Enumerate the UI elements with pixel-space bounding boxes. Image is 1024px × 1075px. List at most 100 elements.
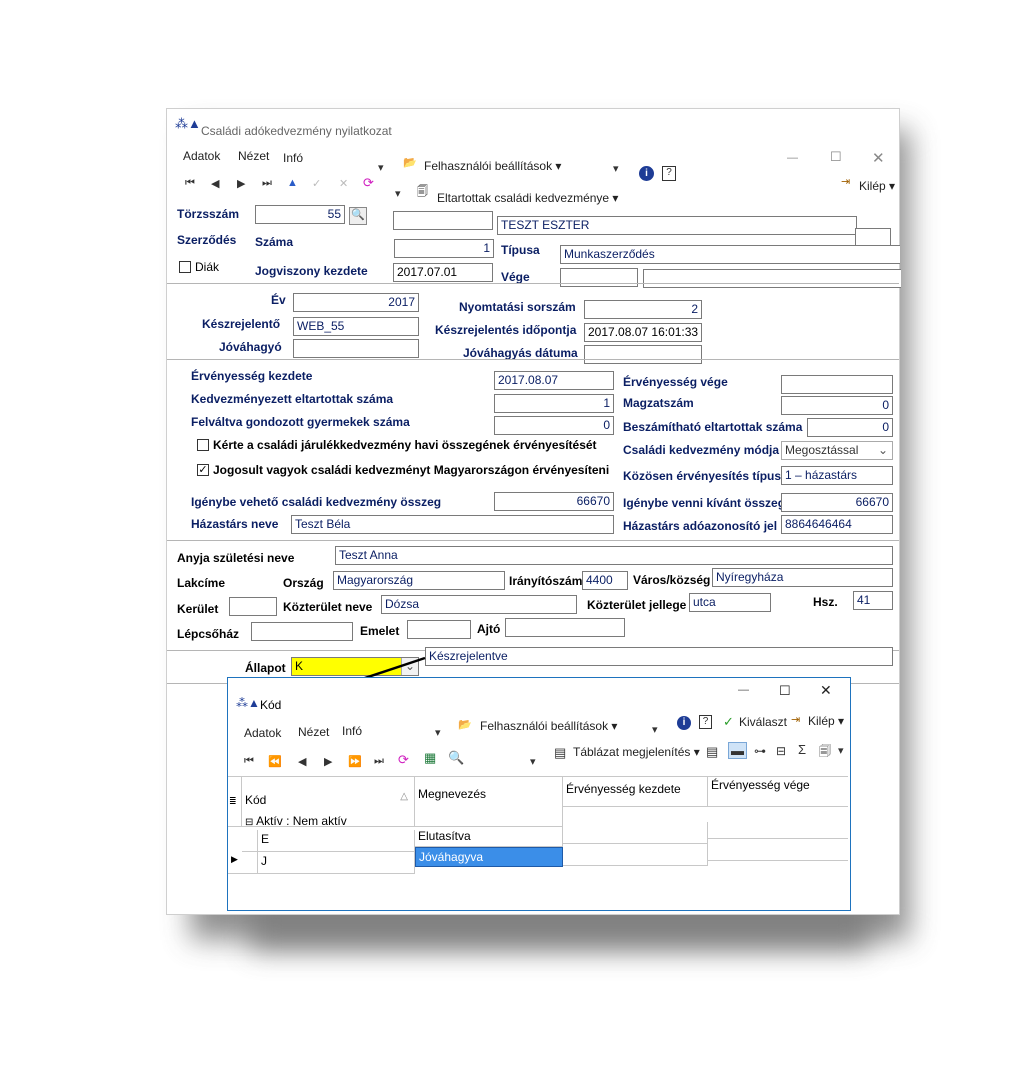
table-row-erv-kezdete-1[interactable] bbox=[563, 822, 708, 844]
popup-user-settings-button[interactable]: Felhasználói beállítások ▾ bbox=[480, 719, 617, 733]
magzatszam-field[interactable]: 0 bbox=[781, 396, 893, 415]
group-icon[interactable]: ⊟ bbox=[776, 744, 786, 758]
maximize-icon[interactable]: ☐ bbox=[830, 149, 842, 165]
szama-field[interactable]: 1 bbox=[394, 239, 494, 258]
popup-menu-info[interactable]: Infó bbox=[342, 724, 362, 738]
confirm-icon[interactable]: ✓ bbox=[312, 177, 321, 190]
lepcsohaz-field[interactable] bbox=[251, 622, 353, 641]
popup-first-icon[interactable]: ⏮ bbox=[244, 755, 254, 768]
anyja-field[interactable]: Teszt Anna bbox=[335, 546, 893, 565]
eltartottak-field[interactable]: 1 bbox=[494, 394, 614, 413]
varos-field[interactable]: Nyíregyháza bbox=[712, 568, 893, 587]
jogviszony-field[interactable]: 2017.07.01 bbox=[393, 263, 493, 282]
jovahagyo-field[interactable] bbox=[293, 339, 419, 358]
up-icon[interactable]: ▲ bbox=[287, 177, 298, 189]
hazastars-ado-field[interactable]: 8864646464 bbox=[781, 515, 893, 534]
name-field[interactable]: TESZT ESZTER bbox=[497, 216, 857, 235]
column-header-erv-kezdete[interactable]: Érvényesség kezdete bbox=[563, 777, 708, 807]
exit-button[interactable]: Kilép ▾ bbox=[859, 179, 895, 193]
popup-minimize-icon[interactable]: — bbox=[738, 684, 749, 696]
refresh-icon[interactable]: ⟳ bbox=[363, 175, 374, 191]
popup-maximize-icon[interactable]: ☐ bbox=[779, 683, 791, 699]
beszamithato-field[interactable]: 0 bbox=[807, 418, 893, 437]
kozosen-field[interactable]: 1 – házastárs bbox=[781, 466, 893, 485]
toolbar-overflow-icon-2[interactable]: ▾ bbox=[613, 162, 619, 175]
table-row-megnevezes-1[interactable]: Elutasítva bbox=[415, 827, 563, 847]
erv-vege-field[interactable] bbox=[781, 375, 893, 394]
layout-icon-2[interactable]: ▬ bbox=[728, 742, 747, 759]
tree-icon[interactable]: ⊶ bbox=[754, 744, 766, 758]
popup-menu-adatok[interactable]: Adatok bbox=[244, 726, 281, 740]
popup-last-icon[interactable]: ⏭ bbox=[374, 755, 384, 768]
column-header-erv-vege[interactable]: Érvényesség vége bbox=[708, 777, 848, 807]
popup-menu-nezet[interactable]: Nézet bbox=[298, 725, 329, 739]
lookup-icon[interactable]: 🔍 bbox=[349, 207, 367, 225]
keszrejelentes-idopont-field[interactable]: 2017.08.07 16:01:33 bbox=[584, 323, 702, 342]
select-button[interactable]: Kiválaszt bbox=[739, 715, 787, 729]
popup-overflow-icon-2[interactable]: ▾ bbox=[652, 723, 658, 736]
layout-icon-1[interactable]: ▤ bbox=[706, 744, 718, 760]
table-row-erv-vege-1[interactable] bbox=[708, 817, 848, 839]
popup-refresh-icon[interactable]: ⟳ bbox=[398, 752, 409, 768]
export-icon[interactable]: 🗐 bbox=[819, 742, 831, 763]
iranyito-field[interactable]: 4400 bbox=[582, 571, 628, 590]
ev-field[interactable]: 2017 bbox=[293, 293, 419, 312]
keszrejelento-field[interactable]: WEB_55 bbox=[293, 317, 419, 336]
popup-info-icon[interactable]: i bbox=[677, 716, 691, 730]
igenybe-venni-field[interactable]: 66670 bbox=[781, 493, 893, 512]
erv-kezdete-field[interactable]: 2017.08.07 bbox=[494, 371, 614, 390]
vege-field[interactable] bbox=[560, 268, 638, 287]
orszag-field[interactable]: Magyarország bbox=[333, 571, 505, 590]
nyomtatasi-field[interactable]: 2 bbox=[584, 300, 702, 319]
jogosult-checkbox[interactable]: ✓ bbox=[197, 464, 209, 476]
next-record-icon[interactable]: ▶ bbox=[237, 177, 245, 190]
vege-extra-field[interactable] bbox=[643, 269, 901, 288]
modja-select[interactable]: Megosztással ⌄ bbox=[781, 441, 893, 460]
tipusa-field[interactable]: Munkaszerződés bbox=[560, 245, 900, 264]
menu-nezet[interactable]: Nézet bbox=[238, 149, 269, 163]
table-view-button[interactable]: Táblázat megjelenítés ▾ bbox=[573, 745, 700, 759]
info-icon[interactable]: i bbox=[639, 166, 654, 181]
diak-checkbox[interactable] bbox=[179, 261, 191, 273]
popup-overflow-icon-3[interactable]: ▾ bbox=[530, 755, 536, 768]
menu-adatok[interactable]: Adatok bbox=[183, 149, 220, 163]
popup-fast-back-icon[interactable]: ⏪ bbox=[268, 755, 282, 768]
kerte-checkbox[interactable] bbox=[197, 439, 209, 451]
felvaltva-field[interactable]: 0 bbox=[494, 416, 614, 435]
table-row-megnevezes-2[interactable]: Jóváhagyva bbox=[415, 847, 563, 867]
toolbar-overflow-icon[interactable]: ▾ bbox=[378, 161, 384, 174]
popup-overflow-icon-4[interactable]: ▾ bbox=[838, 744, 844, 757]
excel-icon[interactable]: ▦ bbox=[424, 750, 436, 766]
cancel-icon[interactable]: ✕ bbox=[339, 177, 348, 190]
help-icon[interactable]: ? bbox=[662, 166, 676, 181]
first-record-icon[interactable]: ⏮ bbox=[185, 177, 195, 190]
igenybe-vehet-field[interactable]: 66670 bbox=[494, 492, 614, 511]
torzsszam-field[interactable]: 55 bbox=[255, 205, 345, 224]
table-row-kod-1[interactable]: E bbox=[258, 830, 415, 852]
table-row-kod-2[interactable]: J bbox=[258, 852, 415, 874]
kerulet-field[interactable] bbox=[229, 597, 277, 616]
emelet-field[interactable] bbox=[407, 620, 471, 639]
sum-icon[interactable]: Σ bbox=[798, 742, 806, 757]
table-row-erv-vege-2[interactable] bbox=[708, 839, 848, 861]
popup-fast-forward-icon[interactable]: ⏩ bbox=[348, 755, 362, 768]
user-settings-button[interactable]: Felhasználói beállítások ▾ bbox=[424, 159, 561, 173]
popup-close-icon[interactable]: ✕ bbox=[820, 682, 832, 699]
popup-exit-button[interactable]: Kilép ▾ bbox=[808, 714, 844, 728]
menu-info[interactable]: Infó bbox=[283, 151, 303, 165]
hsz-field[interactable]: 41 bbox=[853, 591, 893, 610]
popup-help-icon[interactable]: ? bbox=[699, 715, 712, 729]
toolbar-overflow-icon-3[interactable]: ▾ bbox=[395, 187, 401, 200]
last-record-icon[interactable]: ⏭ bbox=[262, 177, 272, 190]
dependents-button[interactable]: Eltartottak családi kedvezménye ▾ bbox=[437, 191, 618, 205]
popup-overflow-icon[interactable]: ▾ bbox=[435, 726, 441, 739]
kozterulet-nev-field[interactable]: Dózsa bbox=[381, 595, 577, 614]
popup-prev-icon[interactable]: ◀ bbox=[298, 755, 306, 768]
popup-next-icon[interactable]: ▶ bbox=[324, 755, 332, 768]
print-preview-icon[interactable]: 🔍 bbox=[448, 750, 464, 766]
prev-record-icon[interactable]: ◀ bbox=[211, 177, 219, 190]
close-icon[interactable]: ✕ bbox=[872, 149, 885, 167]
hazastars-neve-field[interactable]: Teszt Béla bbox=[291, 515, 614, 534]
kozterulet-jelleg-field[interactable]: utca bbox=[689, 593, 771, 612]
table-row-erv-kezdete-2[interactable] bbox=[563, 844, 708, 866]
